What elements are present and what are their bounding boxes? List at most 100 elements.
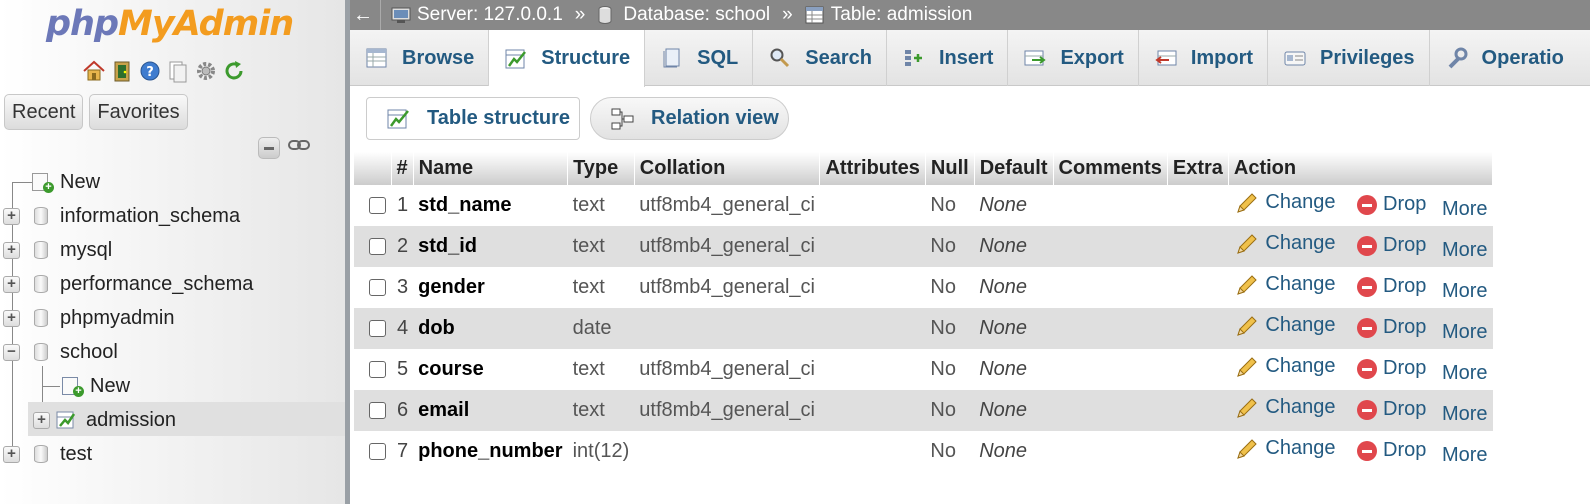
database-icon (34, 207, 48, 225)
tree-item-label: school (60, 340, 118, 363)
tab-insert[interactable]: Insert (887, 30, 1009, 86)
import-icon (1155, 47, 1177, 69)
tab-privileges[interactable]: Privileges (1268, 30, 1430, 86)
tree-item-school[interactable]: − school (3, 337, 118, 367)
header-default[interactable]: Default (974, 152, 1054, 185)
back-arrow-icon[interactable]: ← (352, 4, 374, 27)
row-checkbox[interactable] (369, 197, 386, 215)
expand-icon[interactable]: + (3, 445, 20, 463)
header-number[interactable]: # (391, 152, 414, 185)
more-button[interactable]: More (1442, 444, 1488, 467)
drop-button[interactable]: Drop (1357, 398, 1426, 421)
breadcrumb-server[interactable]: Server: 127.0.0.1 (391, 4, 563, 26)
header-name[interactable]: Name (413, 152, 569, 185)
logo-php-text: php (46, 4, 119, 44)
collapse-icon[interactable]: − (3, 343, 20, 361)
change-button[interactable]: Change (1235, 232, 1335, 256)
header-extra[interactable]: Extra (1167, 152, 1229, 185)
column-attributes (819, 349, 926, 390)
row-number: 7 (391, 431, 414, 472)
more-button[interactable]: More (1442, 321, 1488, 344)
row-checkbox[interactable] (369, 402, 386, 420)
subtab-relation-view[interactable]: Relation view (590, 97, 789, 140)
header-type[interactable]: Type (567, 152, 635, 185)
expand-icon[interactable]: + (3, 309, 20, 327)
change-button[interactable]: Change (1235, 355, 1335, 379)
phpmyadmin-logo[interactable]: phpMyAdmin (46, 4, 294, 44)
link-with-main-icon[interactable] (288, 137, 310, 159)
column-extra (1167, 349, 1229, 390)
column-extra (1167, 308, 1229, 349)
reload-icon[interactable] (222, 59, 246, 83)
documentation-icon[interactable] (166, 59, 190, 83)
more-button[interactable]: More (1442, 198, 1488, 221)
more-button[interactable]: More (1442, 403, 1488, 426)
drop-button[interactable]: Drop (1357, 193, 1426, 216)
collapse-all-icon[interactable] (258, 137, 280, 159)
header-collation[interactable]: Collation (634, 152, 821, 185)
table-row: 5 course text utf8mb4_general_ci No None… (354, 349, 1493, 390)
search-icon (769, 47, 791, 69)
column-null: No (925, 390, 975, 431)
expand-icon[interactable]: + (33, 411, 50, 429)
home-icon[interactable] (82, 59, 106, 83)
drop-button[interactable]: Drop (1357, 316, 1426, 339)
expand-icon[interactable]: + (3, 207, 20, 225)
drop-button[interactable]: Drop (1357, 234, 1426, 257)
change-button[interactable]: Change (1235, 314, 1335, 338)
expand-icon[interactable]: + (3, 241, 20, 259)
header-attributes[interactable]: Attributes (819, 152, 926, 185)
row-checkbox[interactable] (369, 361, 386, 379)
header-comments[interactable]: Comments (1053, 152, 1168, 185)
more-button[interactable]: More (1442, 280, 1488, 303)
change-button[interactable]: Change (1235, 396, 1335, 420)
row-checkbox[interactable] (369, 279, 386, 297)
tree-item-label: phpmyadmin (60, 306, 175, 329)
tree-item-information-schema[interactable]: + information_schema (3, 201, 240, 231)
tree-item-label: admission (86, 408, 177, 431)
favorites-button[interactable]: Favorites (89, 94, 188, 130)
header-null[interactable]: Null (925, 152, 975, 185)
expand-icon[interactable]: + (3, 275, 20, 293)
row-checkbox[interactable] (369, 443, 386, 461)
column-name: std_id (413, 226, 568, 267)
column-attributes (819, 308, 926, 349)
tree-item-mysql[interactable]: + mysql (3, 235, 112, 265)
row-checkbox[interactable] (369, 238, 386, 256)
recent-button[interactable]: Recent (4, 94, 84, 130)
row-checkbox[interactable] (369, 320, 386, 338)
tree-item-new[interactable]: + New (32, 167, 100, 197)
help-icon[interactable]: ? (138, 59, 162, 83)
tree-item-admission[interactable]: + admission (33, 405, 176, 435)
table-row: 7 phone_number int(12) No None Change Dr… (354, 431, 1493, 472)
settings-gear-icon[interactable] (194, 59, 218, 83)
tab-structure[interactable]: Structure (489, 30, 646, 87)
tree-item-school-new[interactable]: + New (62, 371, 130, 401)
column-type: date (567, 308, 635, 349)
tab-search[interactable]: Search (753, 30, 887, 86)
tab-browse[interactable]: Browse (350, 30, 490, 86)
more-button[interactable]: More (1442, 362, 1488, 385)
tab-operations[interactable]: Operatio (1430, 30, 1578, 86)
tab-export[interactable]: Export (1008, 30, 1139, 86)
subtab-table-structure[interactable]: Table structure (366, 97, 580, 140)
drop-button[interactable]: Drop (1357, 275, 1426, 298)
more-button[interactable]: More (1442, 239, 1488, 262)
tab-sql[interactable]: SQL (645, 30, 754, 86)
breadcrumb-database[interactable]: Database: school (597, 4, 770, 26)
tab-label: Browse (402, 46, 475, 69)
change-button[interactable]: Change (1235, 273, 1335, 297)
tree-item-phpmyadmin[interactable]: + phpmyadmin (3, 303, 175, 333)
tree-item-test[interactable]: + test (3, 439, 92, 469)
breadcrumb-table[interactable]: Table: admission (805, 4, 972, 26)
tab-import[interactable]: Import (1139, 30, 1269, 86)
change-button[interactable]: Change (1235, 437, 1335, 461)
drop-icon (1357, 194, 1378, 215)
drop-button[interactable]: Drop (1357, 357, 1426, 380)
database-icon (34, 445, 48, 463)
database-icon (34, 275, 48, 293)
tree-item-performance-schema[interactable]: + performance_schema (3, 269, 253, 299)
change-button[interactable]: Change (1235, 191, 1335, 215)
logout-icon[interactable] (110, 59, 134, 83)
drop-button[interactable]: Drop (1357, 439, 1426, 462)
